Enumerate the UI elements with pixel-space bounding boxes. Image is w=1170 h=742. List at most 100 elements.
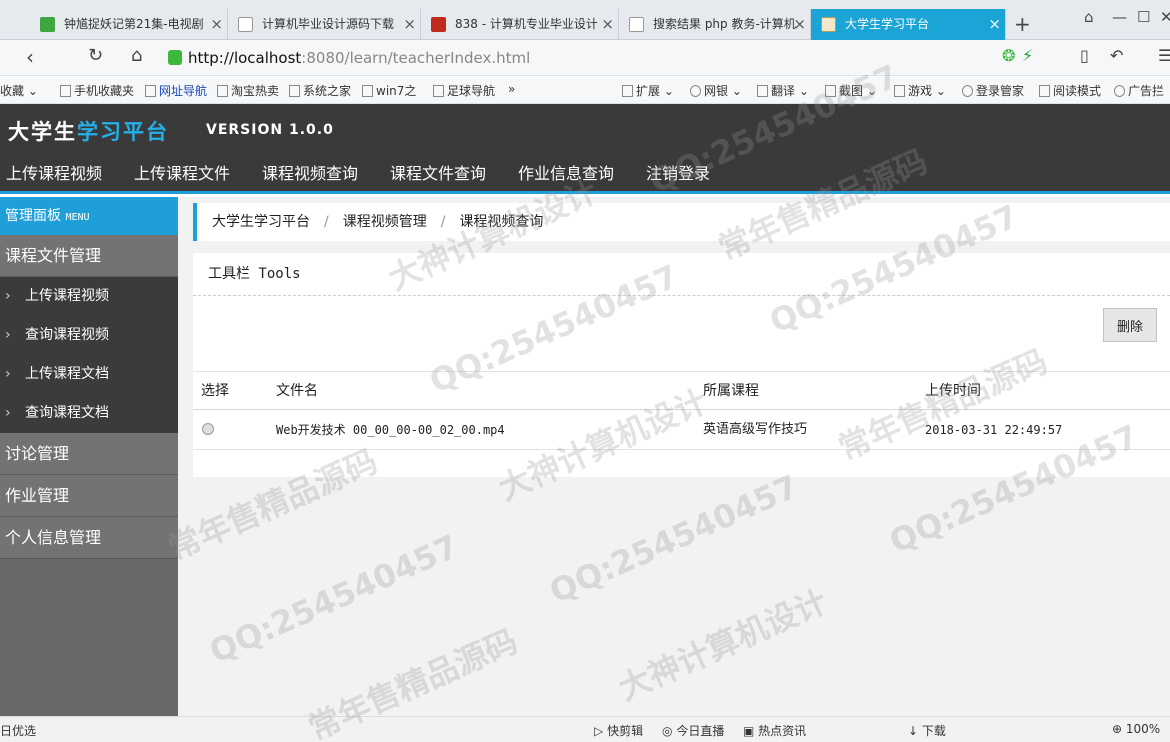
toolbar-title: 工具栏 Tools bbox=[193, 253, 1170, 296]
close-icon[interactable]: × bbox=[403, 9, 416, 40]
bookmarks-more[interactable]: » bbox=[508, 82, 515, 96]
toolbar-item[interactable]: 截图 ⌄ bbox=[825, 82, 877, 99]
breadcrumb-item[interactable]: 课程视频管理 bbox=[343, 214, 427, 230]
toolbar: 删除 bbox=[193, 296, 1170, 372]
browser-status-bar: 日优选 ▷ 快剪辑 ◎ 今日直播 ▣ 热点资讯 ↓ 下载 ⊕ 100% bbox=[0, 716, 1170, 742]
bookmark-item[interactable]: 收藏 ⌄ bbox=[0, 82, 38, 99]
sidebar-item-upload-doc[interactable]: › 上传课程文档 bbox=[0, 355, 178, 394]
bookmark-page-icon[interactable]: ▯ bbox=[1080, 46, 1089, 65]
sidebar-section-discussion[interactable]: 讨论管理 bbox=[0, 433, 178, 475]
bookmark-item[interactable]: 系统之家 bbox=[289, 82, 351, 99]
app-header: 大学生学习平台 VERSION 1.0.0 上传课程视频 上传课程文件 课程视频… bbox=[0, 104, 1170, 194]
menu-query-video[interactable]: 课程视频查询 bbox=[262, 160, 358, 184]
bank-icon bbox=[690, 85, 701, 97]
game-icon bbox=[894, 85, 905, 97]
minimize-icon[interactable]: — bbox=[1112, 8, 1127, 26]
sidebar-item-query-doc[interactable]: › 查询课程文档 bbox=[0, 394, 178, 433]
clip-icon: ▷ bbox=[594, 724, 604, 738]
close-window-icon[interactable]: ✕ bbox=[1160, 8, 1170, 26]
menu-icon[interactable]: ☰ bbox=[1158, 46, 1170, 65]
maximize-icon[interactable]: ☐ bbox=[1137, 8, 1150, 26]
toolbar-item[interactable]: 阅读模式 bbox=[1039, 82, 1101, 99]
delete-button[interactable]: 删除 bbox=[1103, 308, 1157, 342]
close-icon[interactable]: × bbox=[210, 9, 223, 40]
toolbar-item[interactable]: 登录管家 bbox=[962, 82, 1024, 99]
bookmark-item[interactable]: win7之 bbox=[362, 82, 416, 99]
status-item[interactable]: ◎ 今日直播 bbox=[662, 722, 724, 739]
security-icon[interactable]: ❂ bbox=[1002, 46, 1015, 65]
phone-icon bbox=[60, 85, 71, 97]
back-icon[interactable]: ‹ bbox=[26, 45, 34, 69]
sidebar-item-query-video[interactable]: › 查询课程视频 bbox=[0, 316, 178, 355]
browser-tab-title: 钟馗捉妖记第21集-电视剧 bbox=[64, 17, 204, 31]
column-header-filename: 文件名 bbox=[276, 383, 318, 399]
url-input[interactable]: http://localhost:8080/learn/teacherIndex… bbox=[168, 46, 988, 70]
bookmark-item[interactable]: 足球导航 bbox=[433, 82, 495, 99]
breadcrumb-item[interactable]: 大学生学习平台 bbox=[212, 214, 310, 230]
app-version: VERSION 1.0.0 bbox=[206, 122, 334, 138]
close-icon[interactable]: × bbox=[601, 9, 614, 40]
zoom-level[interactable]: ⊕ 100% bbox=[1112, 722, 1160, 736]
skin-icon[interactable]: ⌂ bbox=[1084, 8, 1094, 26]
browser-tab-title: 计算机毕业设计源码下载 bbox=[262, 17, 395, 31]
radio-icon bbox=[202, 423, 214, 435]
browser-tab-title: 大学生学习平台 bbox=[845, 17, 930, 31]
speed-icon[interactable]: ⚡ bbox=[1022, 46, 1033, 65]
chevron-right-icon: › bbox=[5, 327, 11, 343]
sidebar-header: 管理面板 MENU bbox=[0, 197, 178, 235]
browser-tab[interactable]: 搜索结果 php 教务-计算机 × bbox=[619, 9, 811, 40]
status-item[interactable]: 日优选 bbox=[0, 722, 36, 739]
toolbar-item[interactable]: 网银 ⌄ bbox=[690, 82, 742, 99]
toolbar-item[interactable]: 游戏 ⌄ bbox=[894, 82, 946, 99]
menu-query-file[interactable]: 课程文件查询 bbox=[390, 160, 486, 184]
menu-upload-video[interactable]: 上传课程视频 bbox=[6, 160, 102, 184]
page-icon bbox=[217, 85, 228, 97]
toolbar-item[interactable]: 广告拦 bbox=[1114, 82, 1164, 99]
bookmark-item[interactable]: 手机收藏夹 bbox=[60, 82, 134, 99]
menu-logout[interactable]: 注销登录 bbox=[646, 160, 710, 184]
menu-upload-file[interactable]: 上传课程文件 bbox=[134, 160, 230, 184]
row-filename: Web开发技术 00_00_00-00_02_00.mp4 bbox=[276, 423, 505, 437]
close-icon[interactable]: × bbox=[793, 9, 806, 40]
bookmark-item[interactable]: 网址导航 bbox=[145, 82, 207, 99]
browser-tab[interactable]: 838 - 计算机专业毕业设计 × bbox=[421, 9, 619, 40]
video-site-icon bbox=[40, 17, 55, 32]
new-tab-button[interactable]: + bbox=[1014, 12, 1031, 36]
red-site-icon bbox=[431, 17, 446, 32]
sidebar-section-files[interactable]: 课程文件管理 bbox=[0, 235, 178, 277]
browser-tab-active[interactable]: 大学生学习平台 × bbox=[811, 9, 1006, 40]
page-icon bbox=[289, 85, 300, 97]
sidebar: 管理面板 MENU 课程文件管理 › 上传课程视频 › 查询课程视频 › 上传课程文档… bbox=[0, 197, 178, 716]
status-item[interactable]: ↓ 下载 bbox=[908, 722, 946, 739]
undo-icon[interactable]: ↶ bbox=[1110, 46, 1123, 65]
image-icon bbox=[821, 17, 836, 32]
sidebar-section-homework[interactable]: 作业管理 bbox=[0, 475, 178, 517]
toolbar-item[interactable]: 翻译 ⌄ bbox=[757, 82, 809, 99]
chevron-right-icon: › bbox=[5, 366, 11, 382]
download-icon: ↓ bbox=[908, 724, 919, 738]
live-icon: ◎ bbox=[662, 724, 673, 738]
app-logo[interactable]: 大学生学习平台 bbox=[8, 116, 169, 146]
book-icon bbox=[1039, 85, 1050, 97]
status-item[interactable]: ▷ 快剪辑 bbox=[594, 722, 643, 739]
sidebar-item-upload-video[interactable]: › 上传课程视频 bbox=[0, 277, 178, 316]
browser-tab[interactable]: 钟馗捉妖记第21集-电视剧 × bbox=[30, 9, 228, 40]
reload-icon[interactable]: ↻ bbox=[88, 45, 103, 66]
scissors-icon bbox=[825, 85, 836, 97]
bookmark-item[interactable]: 淘宝热卖 bbox=[217, 82, 279, 99]
chevron-right-icon: › bbox=[5, 405, 11, 421]
shield-icon bbox=[168, 50, 182, 65]
column-header-course: 所属课程 bbox=[703, 383, 759, 399]
sidebar-section-profile[interactable]: 个人信息管理 bbox=[0, 517, 178, 559]
status-item[interactable]: ▣ 热点资讯 bbox=[743, 722, 806, 739]
chevron-right-icon: › bbox=[5, 288, 11, 304]
toolbar-item[interactable]: 扩展 ⌄ bbox=[622, 82, 674, 99]
url-host: http://localhost bbox=[188, 49, 302, 67]
browser-tab[interactable]: 计算机毕业设计源码下载 × bbox=[228, 9, 421, 40]
page-icon bbox=[629, 17, 644, 32]
column-header-select: 选择 bbox=[201, 383, 229, 399]
menu-query-homework[interactable]: 作业信息查询 bbox=[518, 160, 614, 184]
home-icon[interactable]: ⌂ bbox=[131, 45, 142, 66]
row-select-radio[interactable] bbox=[202, 410, 214, 450]
close-icon[interactable]: × bbox=[988, 9, 1001, 40]
